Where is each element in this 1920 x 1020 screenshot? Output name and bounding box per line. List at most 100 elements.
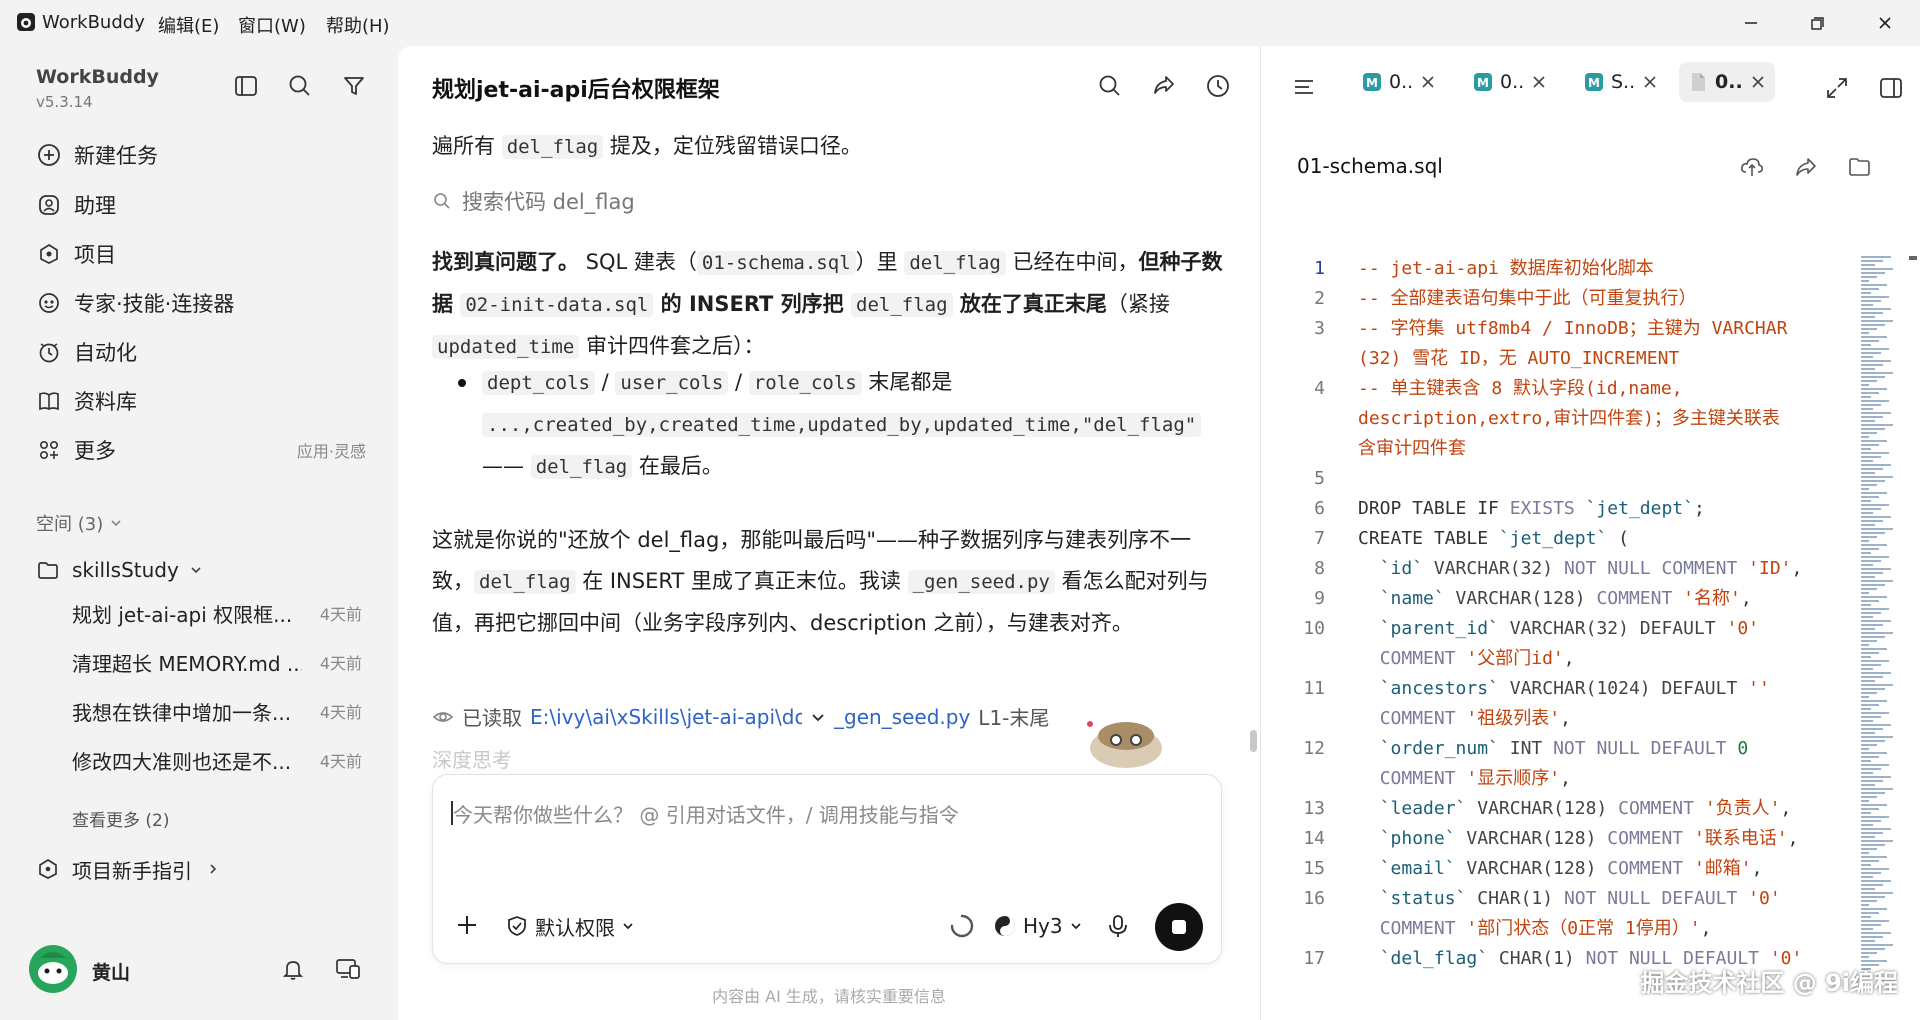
nav-project[interactable]: 项目 <box>36 237 366 271</box>
line-number: 16 <box>1303 888 1325 909</box>
file-tab-active[interactable]: 0.. <box>1679 62 1775 102</box>
menu-window[interactable]: 窗口(W) <box>238 12 306 38</box>
minimap-line <box>1861 844 1885 846</box>
view-more-link[interactable]: 查看更多 (2) <box>72 806 169 831</box>
minimap-line <box>1861 880 1891 882</box>
file-tab[interactable]: M 0.. <box>1464 62 1556 102</box>
text: —— <box>482 454 531 478</box>
minimap-line <box>1861 424 1893 426</box>
close-icon[interactable] <box>1641 73 1659 91</box>
search-icon[interactable] <box>1096 72 1124 100</box>
read-path-link[interactable]: E:\ivy\ai\xSkills\jet-ai-api\doc <box>530 705 802 729</box>
toggle-sidebar-icon[interactable] <box>232 72 260 100</box>
inline-code: del_flag <box>474 570 576 594</box>
filter-icon[interactable] <box>340 72 368 100</box>
chevron-down-icon <box>109 516 123 530</box>
tab-label: 0.. <box>1500 71 1525 93</box>
bell-icon[interactable] <box>280 956 306 982</box>
code-minimap[interactable] <box>1859 254 1899 970</box>
code-viewer[interactable]: 1 -- jet-ai-api 数据库初始化脚本 2 -- 全部建表语句集中于此（可重… <box>1261 254 1859 970</box>
nav-assistant[interactable]: 助理 <box>36 188 366 222</box>
open-folder-icon[interactable] <box>1847 154 1873 180</box>
close-icon[interactable] <box>1749 73 1767 91</box>
nav-library[interactable]: 资料库 <box>36 384 366 418</box>
minimap-line <box>1861 960 1887 962</box>
permission-select[interactable]: 默认权限 <box>505 911 635 941</box>
text: 遍所有 <box>432 134 502 158</box>
app-name-menu[interactable]: WorkBuddy <box>42 12 145 33</box>
share-icon[interactable] <box>1793 154 1819 180</box>
device-icon[interactable] <box>334 956 362 982</box>
minimap-line <box>1861 560 1881 562</box>
nav-new-task[interactable]: 新建任务 <box>36 138 366 172</box>
task-item[interactable]: 规划 jet-ai-api 权限框... 4天前 <box>72 596 362 630</box>
minimap-line <box>1861 788 1893 790</box>
spaces-toggle[interactable]: 空间 (3) <box>36 510 123 536</box>
add-attachment-button[interactable] <box>453 911 481 939</box>
nav-automation[interactable]: 自动化 <box>36 335 366 369</box>
upload-icon[interactable] <box>1739 154 1765 180</box>
microphone-icon[interactable] <box>1105 913 1131 939</box>
minimap-line <box>1861 836 1875 838</box>
search-icon[interactable] <box>286 72 314 100</box>
code-text: `leader` VARCHAR(128) COMMENT '负责人', <box>1358 794 1792 824</box>
minimap-line <box>1861 328 1877 330</box>
model-select[interactable]: Hy3 <box>993 911 1083 941</box>
minimap-line <box>1861 564 1873 566</box>
minimap-line <box>1861 956 1869 958</box>
onboarding-guide[interactable]: 项目新手指引 <box>36 852 366 886</box>
stop-button[interactable] <box>1155 903 1203 951</box>
text-bold: 的 INSERT 列序把 <box>653 292 851 316</box>
menu-edit[interactable]: 编辑(E) <box>158 12 219 38</box>
nav-label: 助理 <box>74 194 116 218</box>
minimap-line <box>1861 468 1883 470</box>
tool-read-step[interactable]: 已读取 E:\ivy\ai\xSkills\jet-ai-api\doc _ge… <box>432 702 1049 731</box>
file-tab[interactable]: M S.. <box>1575 62 1667 102</box>
read-file-link[interactable]: _gen_seed.py <box>834 705 970 729</box>
expand-icon[interactable] <box>1825 76 1849 100</box>
restore-button[interactable] <box>1804 10 1830 36</box>
code-token: COMMENT <box>1607 858 1684 879</box>
minimap-line <box>1861 608 1889 610</box>
share-icon[interactable] <box>1150 72 1178 100</box>
minimap-line <box>1861 504 1889 506</box>
project-folder[interactable]: skillsStudy <box>36 553 366 587</box>
menu-help[interactable]: 帮助(H) <box>326 12 390 38</box>
minimize-button[interactable] <box>1738 10 1764 36</box>
close-icon[interactable] <box>1530 73 1548 91</box>
close-window-button[interactable] <box>1872 10 1898 36</box>
code-line: 8 `id` VARCHAR(32) NOT NULL COMMENT 'ID'… <box>1261 554 1859 584</box>
minimap-line <box>1861 912 1879 914</box>
task-name: 修改四大准则也还是不... <box>72 749 292 774</box>
nav-more[interactable]: 更多 应用·灵感 <box>36 433 366 467</box>
message-composer[interactable]: 今天帮你做些什么？ @ 引用对话文件，/ 调用技能与指令 默认权限 Hy3 <box>432 774 1222 964</box>
tool-search-step: 搜索代码 del_flag <box>432 186 635 216</box>
chevron-down-icon[interactable] <box>810 709 826 725</box>
nav-label: 自动化 <box>74 341 137 365</box>
toggle-panel-icon[interactable] <box>1877 74 1905 102</box>
task-item[interactable]: 我想在铁律中增加一条... 4天前 <box>72 694 362 728</box>
minimap-line <box>1861 928 1873 930</box>
minimap-line <box>1861 412 1891 414</box>
minimap-line <box>1861 312 1883 314</box>
history-icon[interactable] <box>1204 72 1232 100</box>
minimap-line <box>1861 840 1893 842</box>
brand-name: WorkBuddy <box>36 66 159 88</box>
minimap-line <box>1861 864 1871 866</box>
avatar[interactable] <box>28 944 78 994</box>
task-item[interactable]: 修改四大准则也还是不... 4天前 <box>72 743 362 777</box>
close-icon[interactable] <box>1419 73 1437 91</box>
minimap-line <box>1861 876 1873 878</box>
message-input[interactable]: 今天帮你做些什么？ @ 引用对话文件，/ 调用技能与指令 <box>453 799 959 828</box>
nav-expert-skills[interactable]: 专家·技能·连接器 <box>36 286 366 320</box>
minimap-line <box>1861 640 1877 642</box>
code-token: CHAR(1) <box>1466 888 1564 909</box>
code-text: COMMENT '部门状态（0正常 1停用）', <box>1358 914 1712 944</box>
outline-menu-icon[interactable] <box>1291 74 1317 100</box>
file-tab[interactable]: M 0.. <box>1353 62 1445 102</box>
chat-scrollbar[interactable] <box>1250 730 1257 752</box>
minimap-line <box>1861 400 1889 402</box>
task-item[interactable]: 清理超长 MEMORY.md ... 4天前 <box>72 645 362 679</box>
